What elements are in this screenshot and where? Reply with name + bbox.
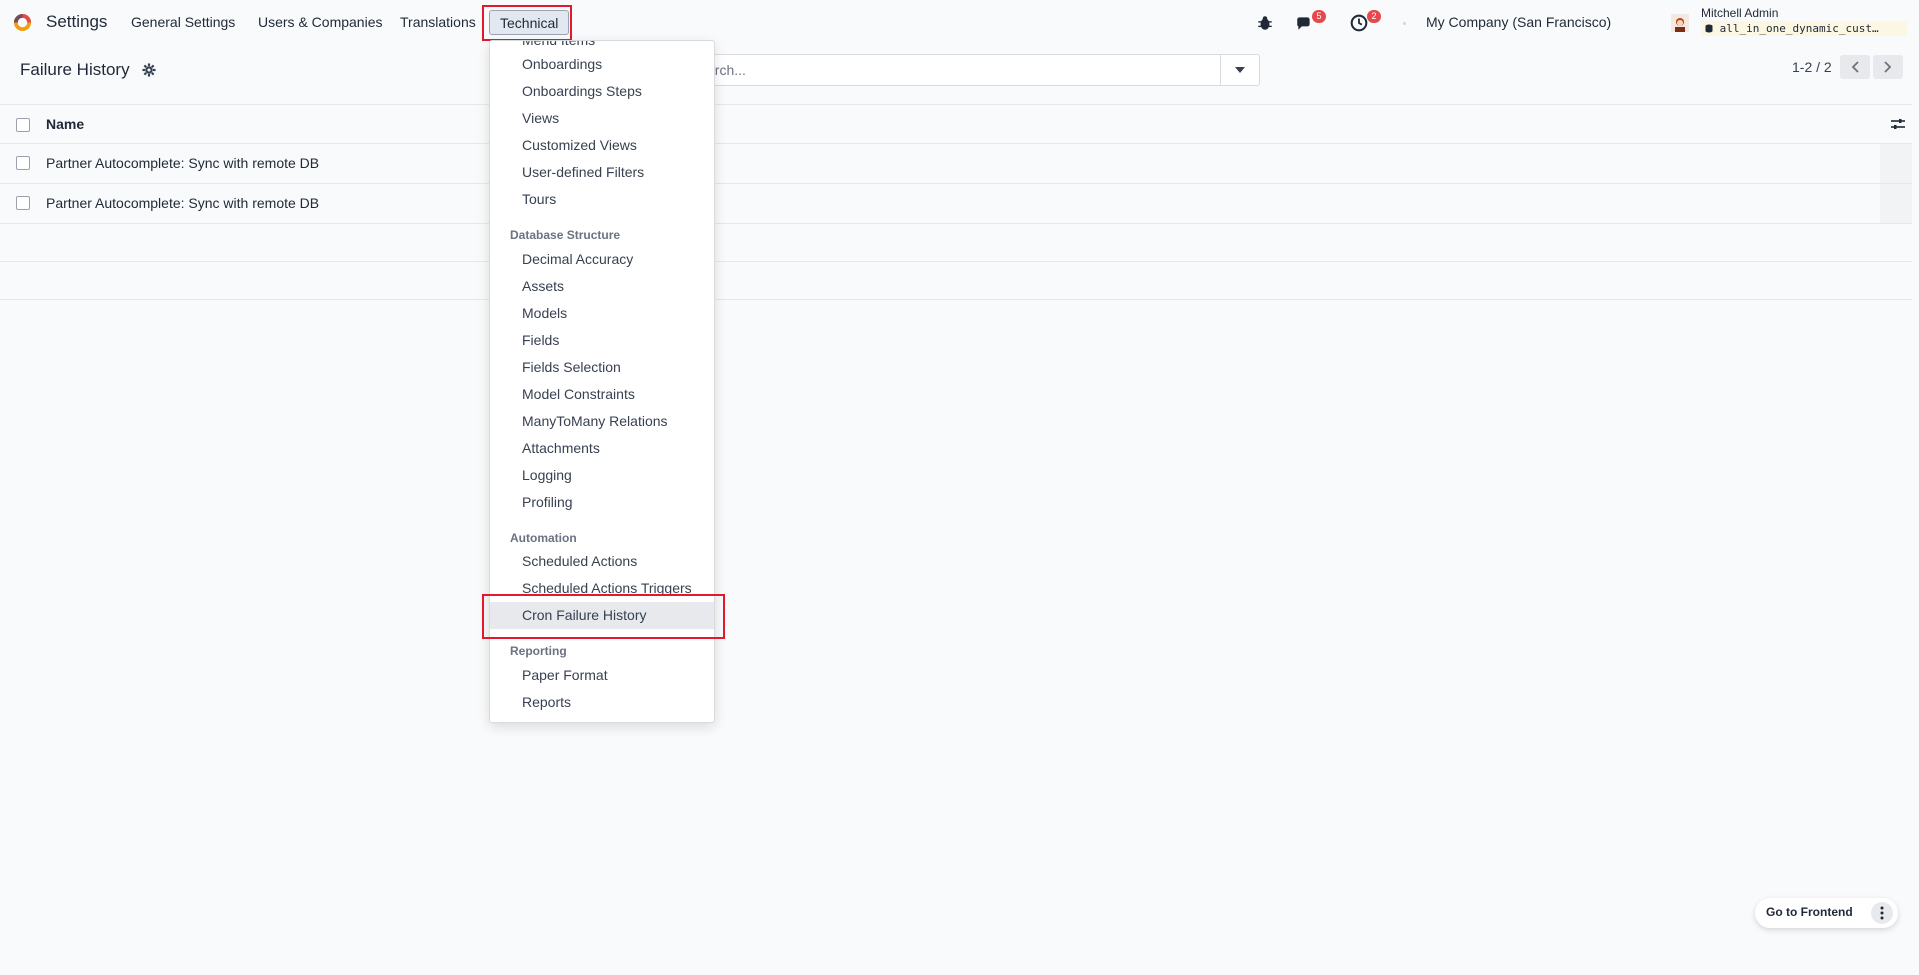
database-name: all_in_one_dynamic_cust… [1701,21,1907,36]
menu-item-user-defined-filters[interactable]: User-defined Filters [490,159,714,186]
menu-item-scheduled-actions-triggers[interactable]: Scheduled Actions Triggers [490,575,714,602]
separator-dot [1403,22,1406,25]
menu-item-assets[interactable]: Assets [490,273,714,300]
search-input[interactable] [680,54,1221,86]
kebab-icon [1880,906,1884,920]
empty-row [0,224,1912,262]
menu-item-views[interactable]: Views [490,105,714,132]
database-icon [1705,24,1713,33]
messages-badge: 5 [1312,10,1326,23]
menu-item-many2many-relations[interactable]: ManyToMany Relations [490,408,714,435]
menu-users-companies[interactable]: Users & Companies [258,14,383,30]
page-title: Failure History [20,60,130,79]
menu-item-reports[interactable]: Reports [490,689,714,716]
row-checkbox[interactable] [16,196,30,210]
menu-item-customized-views[interactable]: Customized Views [490,132,714,159]
caret-down-icon [1235,67,1245,73]
user-avatar[interactable] [1671,14,1689,32]
menu-general-settings[interactable]: General Settings [131,14,235,30]
menu-translations[interactable]: Translations [400,14,476,30]
pager-next-button[interactable] [1873,55,1903,79]
select-all-checkbox[interactable] [16,118,30,132]
user-name[interactable]: Mitchell Admin [1701,6,1778,20]
chevron-left-icon [1851,61,1859,73]
chevron-right-icon [1884,61,1892,73]
row-checkbox[interactable] [16,156,30,170]
section-reporting: Reporting [510,644,567,658]
company-switcher[interactable]: My Company (San Francisco) [1426,14,1611,30]
search-options-toggle[interactable] [1220,54,1260,86]
menu-item-onboardings[interactable]: Onboardings [490,51,714,78]
menu-item-decimal-accuracy[interactable]: Decimal Accuracy [490,246,714,273]
database-label: all_in_one_dynamic_cust… [1719,22,1879,35]
app-title[interactable]: Settings [46,12,107,32]
column-header-name[interactable]: Name [46,116,84,132]
menu-item-onboardings-steps[interactable]: Onboardings Steps [490,78,714,105]
menu-item-models[interactable]: Models [490,300,714,327]
empty-row [0,262,1912,300]
menu-item-cron-failure-history[interactable]: Cron Failure History [490,602,714,629]
odoo-logo-icon[interactable] [13,13,32,32]
bug-icon[interactable] [1256,14,1274,32]
menu-item-profiling[interactable]: Profiling [490,489,714,516]
gear-icon[interactable] [142,63,156,77]
technical-dropdown-menu: Menu Items Onboardings Onboardings Steps… [489,40,715,723]
go-to-frontend-button[interactable]: Go to Frontend [1766,905,1853,919]
menu-item-fields[interactable]: Fields [490,327,714,354]
row-name[interactable]: Partner Autocomplete: Sync with remote D… [46,155,319,171]
menu-technical[interactable]: Technical [489,10,570,35]
kebab-menu-button[interactable] [1871,902,1893,924]
menu-item-logging[interactable]: Logging [490,462,714,489]
row-name[interactable]: Partner Autocomplete: Sync with remote D… [46,195,319,211]
menu-item-fields-selection[interactable]: Fields Selection [490,354,714,381]
clock-icon[interactable] [1350,14,1368,32]
section-database-structure: Database Structure [510,228,621,242]
menu-item-attachments[interactable]: Attachments [490,435,714,462]
row-spacer [1880,144,1912,183]
pager-value[interactable]: 1-2 / 2 [1792,59,1832,75]
menu-item-tours[interactable]: Tours [490,186,714,213]
list-header [0,104,1912,144]
menu-item-scheduled-actions[interactable]: Scheduled Actions [490,548,714,575]
activities-badge: 2 [1367,10,1381,23]
chat-icon[interactable] [1295,14,1313,32]
section-automation: Automation [510,531,577,545]
row-spacer [1880,184,1912,223]
menu-item-paper-format[interactable]: Paper Format [490,662,714,689]
sliders-icon[interactable] [1890,116,1906,132]
menu-item-model-constraints[interactable]: Model Constraints [490,381,714,408]
pager-previous-button[interactable] [1840,55,1870,79]
menu-item-cut-off[interactable]: Menu Items [522,41,595,48]
